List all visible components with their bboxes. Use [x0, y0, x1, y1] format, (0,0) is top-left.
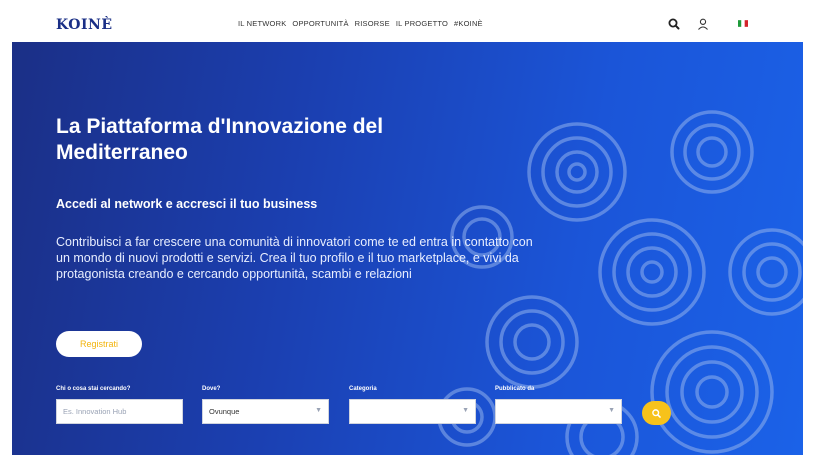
category-select[interactable]: ▼ — [349, 399, 476, 424]
main-nav: IL NETWORK OPPORTUNITÀ RISORSE IL PROGET… — [238, 19, 483, 28]
user-icon[interactable] — [696, 17, 710, 31]
where-label: Dove? — [202, 386, 221, 392]
hero-title: La Piattaforma d'Innovazione del Mediter… — [56, 115, 384, 164]
where-selected-value: Ovunque — [209, 407, 240, 416]
chevron-down-icon: ▼ — [608, 407, 615, 414]
hero-subtitle: Accedi al network e accresci il tuo busi… — [56, 197, 318, 211]
register-button[interactable]: Registrati — [56, 331, 142, 357]
where-select[interactable]: Ovunque ▼ — [202, 399, 329, 424]
nav-item-progetto[interactable]: IL PROGETTO — [396, 19, 448, 28]
italian-flag-icon[interactable] — [738, 20, 748, 27]
published-by-select[interactable]: ▼ — [495, 399, 622, 424]
hero-section: La Piattaforma d'Innovazione del Mediter… — [12, 42, 803, 455]
published-by-label: Pubblicato da — [495, 386, 535, 392]
category-label: Categoria — [349, 386, 377, 392]
chevron-down-icon: ▼ — [315, 407, 322, 414]
nav-item-network[interactable]: IL NETWORK — [238, 19, 286, 28]
hero-description: Contribuisci a far crescere una comunità… — [56, 235, 533, 281]
page: KOINÈ IL NETWORK OPPORTUNITÀ RISORSE IL … — [0, 0, 815, 455]
nav-item-risorse[interactable]: RISORSE — [355, 19, 390, 28]
search-icon — [652, 408, 661, 418]
search-icon[interactable] — [667, 17, 681, 31]
what-search-input[interactable]: Es. Innovation Hub — [56, 399, 183, 424]
koine-logo[interactable]: KOINÈ — [56, 17, 113, 33]
what-label: Chi o cosa stai cercando? — [56, 386, 131, 392]
top-header: KOINÈ IL NETWORK OPPORTUNITÀ RISORSE IL … — [12, 5, 803, 42]
search-submit-button[interactable] — [642, 401, 671, 425]
nav-item-opportunita[interactable]: OPPORTUNITÀ — [292, 19, 348, 28]
what-placeholder: Es. Innovation Hub — [63, 407, 127, 416]
chevron-down-icon: ▼ — [462, 407, 469, 414]
nav-item-koine-hashtag[interactable]: #KOINÈ — [454, 19, 483, 28]
